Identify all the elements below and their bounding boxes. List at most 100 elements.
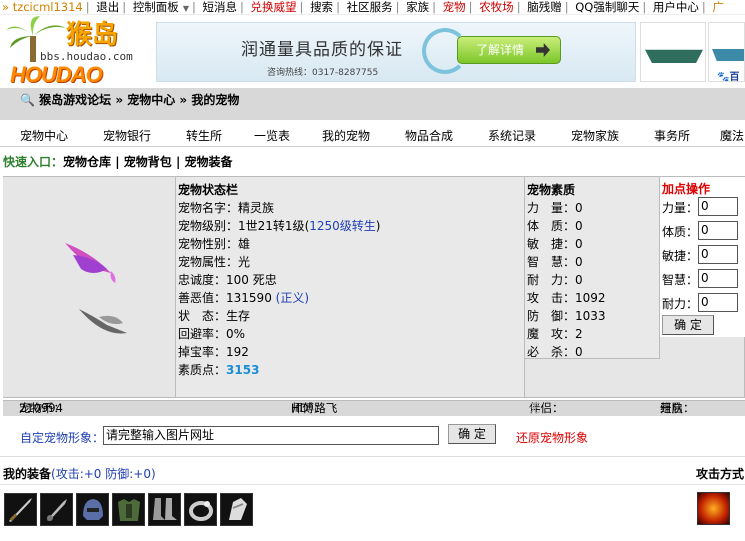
attack-mode-label: 攻击方式 [696,467,745,481]
attack-mode-icon[interactable] [697,492,730,525]
nav-search[interactable]: 搜索 [308,0,335,14]
quality-value: 0 [575,201,583,215]
custom-image-confirm-button[interactable]: 确 定 [448,424,496,444]
equip-helmet-icon[interactable] [76,493,109,526]
nav-pet[interactable]: 宠物 [441,0,468,14]
search-icon: 🔍 [20,93,35,107]
tab-pet-center[interactable]: 宠物中心 [20,127,68,144]
logo-houdao: HOUDAO [10,62,103,87]
quality-value: 0 [575,237,583,251]
nav-sep: | [432,0,436,14]
quality-value: 0 [575,255,583,269]
quality-row-con: 体 质：0 [527,217,583,234]
equip-boots-icon[interactable] [148,493,181,526]
detail-button[interactable]: 了解详情 [457,36,561,64]
quality-value: 0 [575,219,583,233]
breadcrumb[interactable]: 🔍 猴岛游戏论坛 » 宠物中心 » 我的宠物 [20,91,239,108]
nav-logout[interactable]: 退出 [94,0,121,14]
tab-synthesis[interactable]: 物品合成 [405,127,453,144]
tab-my-pet[interactable]: 我的宠物 [322,127,370,144]
status-drop: 掉宝率：192 [178,343,249,360]
quality-value: 1033 [575,309,606,323]
nav-more[interactable]: 广 [710,0,726,14]
master-value[interactable]: HD`路飞 [291,401,337,416]
ship-icon [712,49,744,61]
banner-ad[interactable]: 润通量具品质的保证 咨询热线：0317-8287755 了解详情 [156,22,636,82]
add-str-input[interactable]: 0 [698,197,738,216]
nav-sep: | [516,0,521,14]
quick-entry: 快速入口：宠物仓库 | 宠物背包 | 宠物装备 [3,155,233,169]
status-gender: 宠物性别：雄 [178,235,250,252]
logo-brand: 猴岛 [66,20,119,50]
nav-gift[interactable]: 脑残赠 [525,0,564,14]
detail-button-label: 了解详情 [476,43,525,57]
quality-value: 0 [575,273,583,287]
tab-pet-bank[interactable]: 宠物银行 [103,127,151,144]
ship-icon [645,49,703,63]
banner-hotline: 咨询热线：0317-8287755 [267,68,379,78]
add-agi-input[interactable]: 0 [698,245,738,264]
quality-row-agi: 敏 捷：0 [527,235,583,252]
status-attr: 宠物属性：光 [178,253,250,270]
tab-rebirth[interactable]: 转生所 [186,127,222,144]
arrow-right-icon [536,43,550,57]
custom-image-label: 自定宠物形象： [20,431,105,445]
nav-sep: | [701,0,706,14]
quick-entry-label: 快速入口： [3,155,64,169]
add-points-confirm-button[interactable]: 确 定 [662,315,714,335]
add-int-input[interactable]: 0 [698,269,738,288]
quick-link-warehouse[interactable]: 宠物仓库 [63,155,111,169]
equip-sword-icon[interactable] [4,493,37,526]
quality-title: 宠物素质 [527,183,576,197]
status-quality-points: 素质点：3153 [178,361,259,378]
nav-sep: | [468,0,473,14]
ship-ad[interactable] [640,22,706,82]
add-str-label: 力量： [662,201,699,215]
quality-row-def: 防 御：1033 [527,307,606,324]
nav-exchange[interactable]: 兑换威望 [249,0,299,14]
equip-gauntlet-icon[interactable] [220,493,253,526]
tab-magic[interactable]: 魔法 [720,127,744,144]
karma-tag: 正义 [280,291,305,305]
quality-label: 耐 力： [527,273,576,287]
quality-row-mag: 魔 攻：2 [527,325,583,342]
nav-sep: | [336,0,340,14]
tab-office[interactable]: 事务所 [654,127,690,144]
rebirth-link[interactable]: 1250级转生 [309,219,376,233]
nav-sep: | [122,0,127,14]
nav-control-panel[interactable]: 控制面板 [131,0,181,14]
quick-link-backpack[interactable]: 宠物背包 [124,155,172,169]
custom-image-url-input[interactable]: 请完整输入图片网址 [103,426,439,445]
equip-armor-icon[interactable] [112,493,145,526]
nav-user[interactable]: » tzcicml1314 [0,0,85,14]
add-con-label: 体质： [662,225,699,239]
equip-ring-icon[interactable] [184,493,217,526]
restore-image-link[interactable]: 还原宠物形象 [516,429,588,446]
equip-dagger-icon[interactable] [40,493,73,526]
quality-label: 敏 捷： [527,237,576,251]
site-logo[interactable]: 猴岛 bbs.houdao.com HOUDAO [0,14,152,90]
nav-messages[interactable]: 短消息 [201,0,240,14]
nav-farm[interactable]: 农牧场 [477,0,516,14]
add-con-input[interactable]: 0 [698,221,738,240]
chevron-down-icon[interactable]: ▼ [181,2,191,14]
tab-pet-family[interactable]: 宠物家族 [571,127,619,144]
tab-records[interactable]: 系统记录 [488,127,536,144]
ship-ad-2[interactable]: 🐾百 [708,22,745,82]
nav-sep: | [85,0,90,14]
tab-overview[interactable]: 一览表 [254,127,290,144]
banner-slogan: 润通量具品质的保证 [241,40,403,60]
nav-qq-chat[interactable]: QQ强制聊天 [573,0,641,14]
add-points: 加点操作 力量： 0 体质： 0 敏捷： 0 智慧： 0 耐力： 0 确 定 [660,177,745,337]
nav-family[interactable]: 家族 [404,0,431,14]
add-end-input[interactable]: 0 [698,293,738,312]
nav-user-center[interactable]: 用户中心 [651,0,701,14]
status-quality-label: 素质点： [178,363,227,377]
quick-link-equipment[interactable]: 宠物装备 [185,155,233,169]
status-gender-value: 雄 [238,237,251,251]
pet-info-bar: 宠物币： 210994 师傅： HD`路飞 伴侣：无 组队： 开启 [3,400,745,416]
nav-community[interactable]: 社区服务 [345,0,395,14]
team-value[interactable]: 开启 [660,401,683,416]
quality-value: 2 [575,327,583,341]
nav-sep: | [642,0,647,14]
